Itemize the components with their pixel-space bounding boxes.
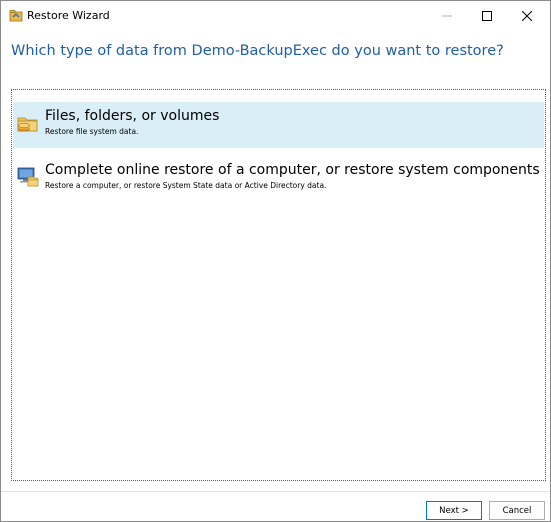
maximize-button[interactable] — [467, 1, 507, 31]
close-button[interactable] — [507, 1, 547, 31]
folder-drive-icon — [17, 117, 38, 132]
computer-restore-icon — [17, 167, 39, 187]
restore-wizard-window: Restore Wizard Which type of data from D… — [0, 0, 551, 522]
next-button[interactable]: Next > — [426, 501, 482, 520]
maximize-icon — [482, 11, 492, 21]
minimize-icon — [442, 15, 452, 17]
option-title: Complete online restore of a computer, o… — [45, 162, 540, 178]
option-title: Files, folders, or volumes — [45, 108, 220, 124]
option-description: Restore file system data. — [45, 127, 139, 136]
page-heading: Which type of data from Demo-BackupExec … — [11, 43, 504, 59]
title-bar: Restore Wizard — [1, 1, 550, 31]
option-files-folders-volumes[interactable]: Files, folders, or volumes Restore file … — [13, 102, 544, 148]
restore-wizard-icon — [9, 10, 23, 22]
restore-type-list: Files, folders, or volumes Restore file … — [11, 89, 546, 481]
option-description: Restore a computer, or restore System St… — [45, 181, 327, 190]
footer-divider — [1, 491, 550, 492]
option-complete-online-restore[interactable]: Complete online restore of a computer, o… — [13, 158, 544, 204]
cancel-button[interactable]: Cancel — [489, 501, 545, 520]
window-title: Restore Wizard — [27, 9, 110, 22]
minimize-button[interactable] — [427, 1, 467, 31]
close-icon — [522, 11, 532, 21]
